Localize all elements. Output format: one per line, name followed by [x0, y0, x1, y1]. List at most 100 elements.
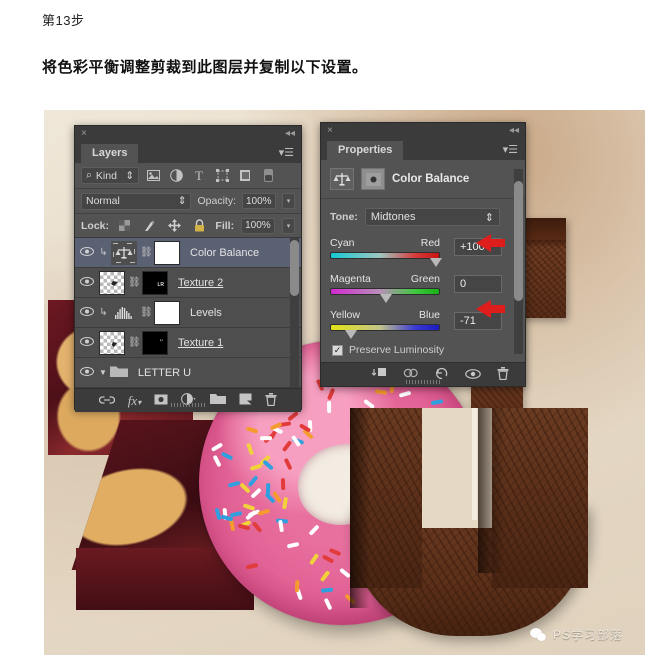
donut-sprinkle [430, 399, 443, 406]
layer-mask-thumbnail[interactable]: ʟʀ [142, 270, 168, 295]
donut-sprinkle [326, 401, 331, 414]
watermark-text: PS学习部落 [553, 628, 624, 642]
opacity-label: Opacity: [197, 195, 236, 207]
table-row[interactable]: ▼ LETTER U [75, 358, 301, 388]
donut-sprinkle [319, 570, 331, 583]
close-icon[interactable]: × [81, 128, 87, 139]
link-layers-icon[interactable] [98, 394, 115, 408]
image-filter-icon[interactable] [144, 167, 162, 184]
table-row[interactable]: ⛓ ʟʀ Texture 2 [75, 268, 301, 298]
opacity-stepper[interactable]: ▾ [282, 193, 295, 209]
tab-properties[interactable]: Properties [327, 141, 404, 160]
donut-sprinkle [249, 463, 263, 472]
link-mask-icon[interactable]: ⛓ [140, 247, 153, 258]
fx-icon[interactable]: fx▾ [128, 393, 141, 409]
layer-visibility-icon[interactable] [78, 276, 96, 289]
layer-visibility-icon[interactable] [78, 366, 96, 379]
properties-scrollbar-thumb[interactable] [514, 181, 523, 301]
layers-panel: × ◂◂ Layers ▾☰ ⌕ Kind ⇕ T Normal ⇕ Opaci… [74, 125, 302, 412]
lock-label: Lock: [81, 219, 110, 232]
layer-visibility-icon[interactable] [78, 246, 96, 259]
link-mask-icon[interactable]: ⛓ [140, 307, 153, 318]
filter-toggle-icon[interactable] [259, 167, 277, 184]
fill-value[interactable]: 100% [241, 217, 276, 234]
collapse-icon[interactable]: ◂◂ [509, 125, 519, 136]
levels-thumbnail[interactable] [111, 300, 137, 325]
lock-transparency-icon[interactable] [116, 217, 134, 234]
add-mask-icon[interactable] [154, 394, 168, 408]
panel-menu-icon[interactable]: ▾☰ [279, 146, 294, 163]
layer-mask-thumbnail[interactable]: ʻʼ [142, 330, 168, 355]
layer-mask-thumbnail[interactable] [154, 300, 180, 325]
group-expand-icon[interactable]: ▼ [99, 368, 107, 377]
table-row[interactable]: ↳ ⛓ Levels [75, 298, 301, 328]
panel-menu-icon[interactable]: ▾☰ [503, 143, 518, 160]
collapse-icon[interactable]: ◂◂ [285, 128, 295, 139]
lock-row: Lock: Fill: 100% ▾ [75, 214, 301, 238]
type-filter-icon[interactable]: T [190, 167, 208, 184]
opacity-value[interactable]: 100% [242, 193, 276, 209]
donut-sprinkle [227, 480, 240, 488]
annotation-arrow-yellow-blue [476, 300, 505, 318]
preserve-luminosity-checkbox[interactable]: ✓ [332, 344, 343, 356]
delete-layer-icon[interactable] [265, 392, 277, 409]
layer-visibility-icon[interactable] [78, 336, 96, 349]
watermark: PS学习部落 [530, 626, 623, 643]
close-icon[interactable]: × [327, 125, 333, 136]
slider-right-label: Blue [418, 309, 440, 321]
lock-image-icon[interactable] [141, 217, 159, 234]
donut-sprinkle [328, 547, 341, 556]
blend-mode-value: Normal [86, 195, 120, 207]
toggle-visibility-icon[interactable] [465, 368, 481, 382]
adjustment-filter-icon[interactable] [167, 167, 185, 184]
donut-sprinkle [282, 440, 293, 453]
adjustment-header: Color Balance [321, 160, 525, 199]
table-row[interactable]: ↳ ⛓ Color Balance [75, 238, 301, 268]
letter-u-chocolate [342, 408, 590, 638]
donut-sprinkle [399, 390, 412, 398]
shape-filter-icon[interactable] [213, 167, 231, 184]
slider-track-yellow-blue[interactable] [330, 324, 440, 339]
filter-kind-select[interactable]: ⌕ Kind ⇕ [81, 167, 139, 184]
chevron-updown-icon: ⇕ [484, 211, 494, 224]
link-mask-icon[interactable]: ⛓ [128, 277, 141, 288]
blend-mode-select[interactable]: Normal ⇕ [81, 192, 192, 210]
tone-row: Tone: Midtones ⇕ [321, 199, 525, 233]
donut-sprinkle [320, 587, 333, 593]
color-balance-thumbnail[interactable] [111, 240, 137, 265]
lock-position-icon[interactable] [166, 217, 184, 234]
properties-panel: × ◂◂ Properties ▾☰ Color Balance Tone: M… [320, 122, 526, 387]
slider-knob-magenta-green[interactable] [380, 294, 392, 303]
layer-thumbnail[interactable] [99, 330, 125, 355]
fx-glyph: fx [127, 392, 138, 408]
layer-visibility-icon[interactable] [78, 306, 96, 319]
table-row[interactable]: ⛓ ʻʼ Texture 1 [75, 328, 301, 358]
adjustment-preset-icon[interactable] [361, 168, 385, 190]
preserve-luminosity-label: Preserve Luminosity [349, 344, 445, 356]
slider-value-magenta-green[interactable]: 0 [454, 275, 502, 293]
slider-knob-cyan-red[interactable] [430, 258, 442, 267]
layer-mask-thumbnail[interactable] [154, 240, 180, 265]
slider-track-magenta-green[interactable] [330, 288, 440, 303]
search-icon: ⌕ [86, 169, 92, 181]
tone-select[interactable]: Midtones ⇕ [364, 208, 500, 226]
clip-to-layer-icon[interactable] [371, 367, 387, 382]
slider-knob-yellow-blue[interactable] [345, 330, 357, 339]
fill-stepper[interactable]: ▾ [282, 217, 295, 234]
lock-all-icon[interactable] [191, 217, 209, 234]
new-layer-icon[interactable] [239, 393, 252, 408]
tab-layers[interactable]: Layers [81, 144, 139, 163]
layer-thumbnail[interactable] [99, 270, 125, 295]
slider-right-label: Red [420, 237, 440, 249]
slider-track-cyan-red[interactable] [330, 252, 442, 267]
smartobject-filter-icon[interactable] [236, 167, 254, 184]
delete-adjustment-icon[interactable] [497, 366, 509, 383]
new-group-icon[interactable] [210, 393, 227, 408]
layer-filter-row: ⌕ Kind ⇕ T [75, 163, 301, 189]
link-mask-icon[interactable]: ⛓ [128, 337, 141, 348]
panel-resize-grip[interactable] [406, 380, 440, 384]
layer-scrollbar-thumb[interactable] [290, 240, 299, 296]
donut-sprinkle [214, 507, 222, 521]
panel-resize-grip[interactable] [171, 403, 205, 407]
donut-sprinkle [259, 436, 272, 441]
